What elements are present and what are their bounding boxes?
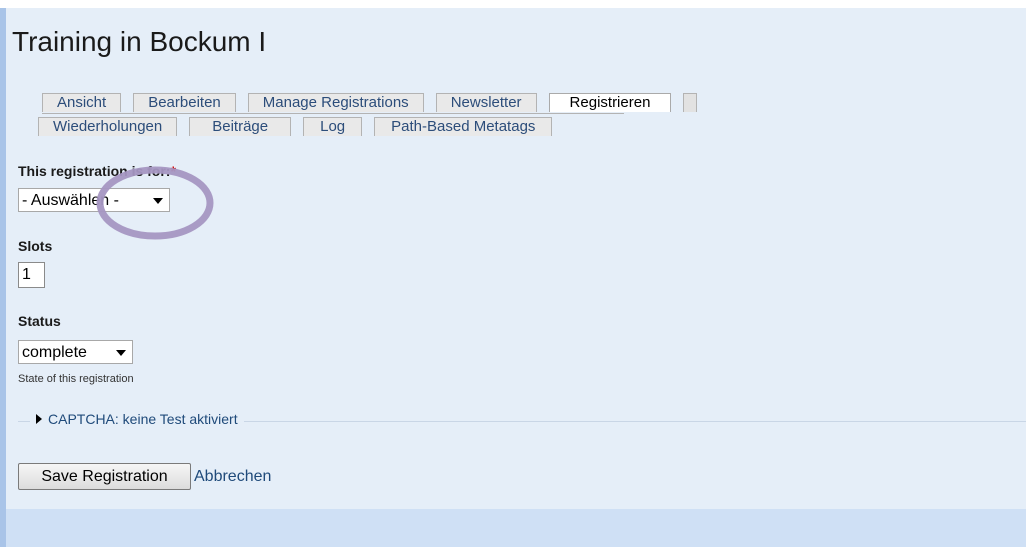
slots-input[interactable]: 1 bbox=[18, 262, 45, 288]
tab-beitraege[interactable]: Beiträge bbox=[189, 117, 292, 136]
registration-for-value: - Auswählen - bbox=[22, 192, 119, 209]
save-registration-button[interactable]: Save Registration bbox=[18, 463, 191, 490]
captcha-legend-text: CAPTCHA: keine Test aktiviert bbox=[48, 411, 238, 427]
tabs-divider bbox=[42, 113, 624, 114]
registration-for-label: This registration is for:* bbox=[18, 163, 176, 179]
status-select[interactable]: complete bbox=[18, 340, 133, 364]
footer-band bbox=[6, 509, 1026, 547]
tab-path-based-metatags[interactable]: Path-Based Metatags bbox=[374, 117, 553, 136]
tab-log[interactable]: Log bbox=[303, 117, 363, 136]
tab-registrieren[interactable]: Registrieren bbox=[548, 93, 672, 112]
tabs-row-1: Ansicht Bearbeiten Manage Registrations … bbox=[42, 93, 709, 113]
registration-for-label-text: This registration is for: bbox=[18, 163, 171, 179]
status-label: Status bbox=[18, 313, 61, 329]
tab-wiederholungen[interactable]: Wiederholungen bbox=[38, 117, 178, 136]
tab-newsletter[interactable]: Newsletter bbox=[435, 93, 537, 112]
expand-triangle-icon bbox=[36, 414, 42, 424]
top-strip bbox=[0, 0, 1026, 8]
cancel-link[interactable]: Abbrechen bbox=[194, 468, 271, 486]
tabs-row-2: Wiederholungen Beiträge Log Path-Based M… bbox=[38, 117, 564, 137]
tab-overflow[interactable] bbox=[683, 93, 698, 112]
captcha-legend[interactable]: CAPTCHA: keine Test aktiviert bbox=[30, 411, 244, 427]
page-title: Training in Bockum I bbox=[12, 26, 267, 57]
registration-for-select[interactable]: - Auswählen - bbox=[18, 188, 170, 212]
status-value: complete bbox=[22, 344, 87, 361]
tab-ansicht[interactable]: Ansicht bbox=[42, 93, 122, 112]
tab-bearbeiten[interactable]: Bearbeiten bbox=[133, 93, 236, 112]
slots-label: Slots bbox=[18, 238, 53, 254]
status-description: State of this registration bbox=[18, 373, 134, 385]
chevron-down-icon bbox=[153, 198, 163, 204]
chevron-down-icon bbox=[116, 350, 126, 356]
required-mark: * bbox=[170, 163, 176, 179]
tab-manage-registrations[interactable]: Manage Registrations bbox=[247, 93, 424, 112]
